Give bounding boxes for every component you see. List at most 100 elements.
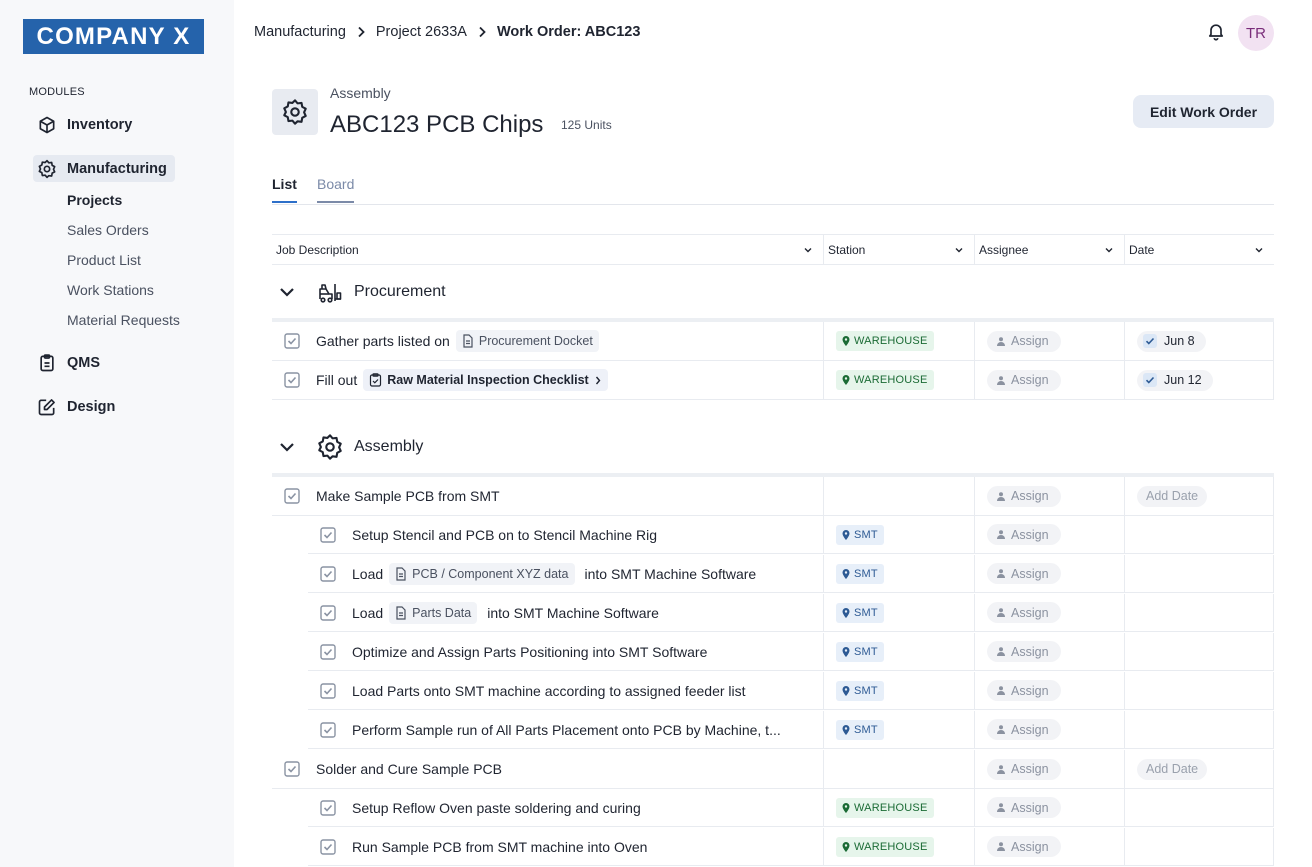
- column-label: Station: [828, 242, 866, 257]
- user-icon: [997, 764, 1005, 774]
- date-cell: [1124, 672, 1274, 710]
- tab-board[interactable]: Board: [317, 176, 355, 203]
- station-cell: SMT: [823, 672, 974, 710]
- station-badge[interactable]: SMT: [836, 524, 884, 545]
- bell-icon[interactable]: [1206, 21, 1226, 41]
- document-link[interactable]: Parts Data: [389, 601, 478, 624]
- group-name: Assembly: [354, 438, 424, 455]
- column-label: Job Description: [276, 242, 359, 257]
- table-row: Gather parts listed on Procurement Docke…: [272, 322, 1274, 361]
- company-logo[interactable]: COMPANY X: [23, 19, 204, 54]
- assign-button[interactable]: Assign: [987, 836, 1061, 857]
- checkbox-checked-icon[interactable]: [320, 604, 336, 621]
- chevron-down-icon: [954, 245, 964, 255]
- station-badge[interactable]: WAREHOUSE: [836, 836, 934, 857]
- assign-label: Assign: [1011, 839, 1049, 854]
- assign-button[interactable]: Assign: [987, 680, 1061, 701]
- assign-label: Assign: [1011, 527, 1049, 542]
- checkbox-checked-icon[interactable]: [320, 682, 336, 699]
- checkbox-checked-icon[interactable]: [320, 721, 336, 738]
- assign-button[interactable]: Assign: [987, 758, 1061, 780]
- station-badge[interactable]: SMT: [836, 602, 884, 623]
- checkbox-checked-icon[interactable]: [320, 838, 336, 855]
- document-link-label: Procurement Docket: [478, 334, 593, 348]
- checkbox-checked-icon[interactable]: [320, 565, 336, 582]
- station-cell: SMT: [823, 516, 974, 554]
- assign-button[interactable]: Assign: [987, 797, 1061, 818]
- station-cell: WAREHOUSE: [823, 789, 974, 827]
- column-assignee[interactable]: Assignee: [974, 235, 1124, 264]
- subtask-row: Load PCB / Component XYZ data into SMT Mac…: [272, 555, 1274, 594]
- station-badge[interactable]: WAREHOUSE: [836, 331, 934, 351]
- task-row: Make Sample PCB from SMT Assign Add Date: [272, 477, 1274, 516]
- checklist-link[interactable]: Raw Material Inspection Checklist: [363, 369, 608, 391]
- assign-label: Assign: [1011, 605, 1049, 620]
- station-badge[interactable]: WAREHOUSE: [836, 797, 934, 818]
- station-badge[interactable]: SMT: [836, 680, 884, 701]
- sidebar-item-qms[interactable]: QMS: [33, 349, 108, 376]
- assign-button[interactable]: Assign: [987, 330, 1061, 352]
- column-date[interactable]: Date: [1124, 235, 1274, 264]
- document-link[interactable]: Procurement Docket: [455, 330, 599, 352]
- checkbox-checked-icon[interactable]: [320, 643, 336, 660]
- station-badge[interactable]: SMT: [836, 641, 884, 662]
- assign-button[interactable]: Assign: [987, 641, 1061, 662]
- sidebar-item-label: Design: [67, 398, 116, 415]
- station-badge[interactable]: WAREHOUSE: [836, 370, 934, 390]
- location-pin-icon: [842, 646, 850, 657]
- sidebar-subitem-work-stations[interactable]: Work Stations: [67, 282, 154, 298]
- breadcrumb-project[interactable]: Project 2633A: [376, 24, 467, 40]
- assign-button[interactable]: Assign: [987, 719, 1061, 740]
- assign-button[interactable]: Assign: [987, 524, 1061, 545]
- station-badge[interactable]: SMT: [836, 719, 884, 740]
- assign-button[interactable]: Assign: [987, 563, 1061, 584]
- location-pin-icon: [842, 568, 850, 579]
- station-label: SMT: [854, 528, 878, 541]
- chevron-down-icon: [803, 245, 813, 255]
- sidebar-subitem-product-list[interactable]: Product List: [67, 252, 141, 268]
- sidebar-subitem-projects[interactable]: Projects: [67, 192, 122, 208]
- user-icon: [997, 647, 1005, 656]
- sidebar-item-manufacturing[interactable]: Manufacturing: [33, 155, 175, 182]
- job-text: Fill out: [316, 372, 358, 388]
- station-cell: SMT: [823, 555, 974, 593]
- date-chip[interactable]: Jun 12: [1137, 369, 1213, 391]
- sidebar-subitem-material-requests[interactable]: Material Requests: [67, 312, 180, 328]
- checkbox-checked-icon[interactable]: [284, 333, 300, 349]
- edit-work-order-button[interactable]: Edit Work Order: [1133, 95, 1274, 128]
- assign-label: Assign: [1011, 722, 1049, 737]
- subtask-row: Setup Stencil and PCB on to Stencil Mach…: [272, 516, 1274, 555]
- breadcrumb: Manufacturing Project 2633A Work Order: …: [254, 24, 640, 40]
- station-badge[interactable]: SMT: [836, 563, 884, 584]
- assign-button[interactable]: Assign: [987, 369, 1061, 391]
- breadcrumb-manufacturing[interactable]: Manufacturing: [254, 24, 346, 40]
- chevron-down-icon[interactable]: [272, 283, 302, 301]
- column-station[interactable]: Station: [823, 235, 974, 264]
- date-chip[interactable]: Jun 8: [1137, 330, 1206, 352]
- add-date-button[interactable]: Add Date: [1137, 485, 1208, 507]
- chevron-down-icon[interactable]: [272, 438, 302, 456]
- document-link[interactable]: PCB / Component XYZ data: [389, 562, 575, 585]
- sidebar-item-inventory[interactable]: Inventory: [33, 111, 140, 138]
- checkbox-checked-icon[interactable]: [284, 761, 300, 777]
- add-date-button[interactable]: Add Date: [1137, 758, 1208, 780]
- assign-button[interactable]: Assign: [987, 485, 1061, 507]
- tab-list[interactable]: List: [272, 176, 297, 203]
- checkbox-checked-icon[interactable]: [320, 799, 336, 816]
- assign-label: Assign: [1011, 762, 1049, 776]
- avatar[interactable]: TR: [1238, 15, 1274, 51]
- station-cell: SMT: [823, 594, 974, 632]
- assign-label: Assign: [1011, 373, 1049, 387]
- job-text: Make Sample PCB from SMT: [316, 488, 500, 504]
- assign-button[interactable]: Assign: [987, 602, 1061, 623]
- subtask-row: Load Parts onto SMT machine according to…: [272, 672, 1274, 711]
- checkbox-checked-icon[interactable]: [320, 526, 336, 543]
- sidebar-item-design[interactable]: Design: [33, 393, 123, 420]
- job-text: Load: [352, 565, 384, 582]
- column-job-description[interactable]: Job Description: [272, 235, 823, 264]
- checkbox-checked-icon[interactable]: [284, 488, 300, 504]
- checkbox-checked-icon[interactable]: [284, 372, 300, 388]
- chevron-down-icon: [1254, 245, 1264, 255]
- job-text: Setup Reflow Oven paste soldering and cu…: [352, 799, 641, 816]
- sidebar-subitem-sales-orders[interactable]: Sales Orders: [67, 222, 149, 238]
